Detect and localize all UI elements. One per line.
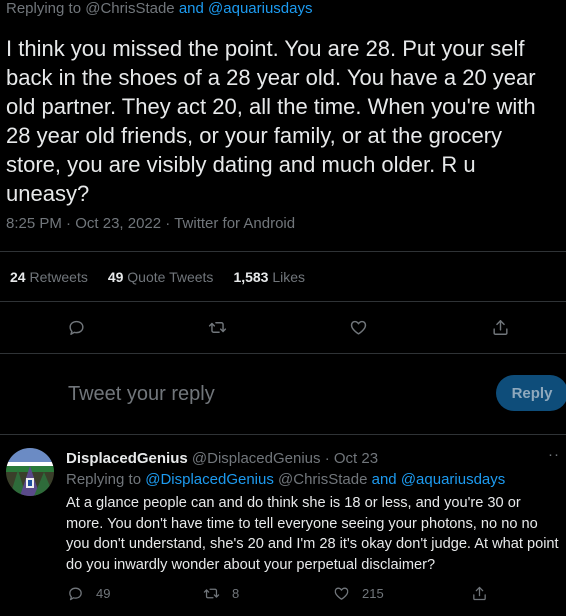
tweet-date[interactable]: Oct 23, 2022 [75, 215, 161, 232]
reply-replying-user-aquariusdays[interactable]: @aquariusdays [401, 471, 505, 488]
reply-like-count: 215 [362, 586, 384, 601]
reply-replying-and: and [371, 471, 397, 488]
reply-replying-user-chrisstade[interactable]: @ChrisStade [278, 471, 367, 488]
reply-button[interactable] [65, 316, 87, 338]
like-icon [350, 320, 366, 335]
tweet-action-bar [0, 316, 566, 338]
meta-separator: · [66, 215, 72, 232]
retweet-icon [208, 321, 226, 333]
reply-action-bar: 49 8 215 [0, 585, 566, 605]
replying-to-user-aquariusdays[interactable]: @aquariusdays [208, 0, 312, 17]
share-button[interactable] [489, 316, 511, 338]
likes-label: Likes [272, 269, 306, 285]
retweet-icon [203, 588, 220, 599]
like-button[interactable] [347, 316, 369, 338]
reply-text: At a glance people can and do think she … [66, 495, 559, 573]
quote-tweets-label: Quote Tweets [127, 269, 214, 285]
replying-to-and: and [178, 0, 204, 17]
reply-submit-button[interactable]: Reply [496, 375, 566, 411]
reply-icon [69, 587, 82, 601]
reply-input[interactable]: Tweet your reply [68, 382, 215, 406]
reply-reply-button[interactable]: 49 [67, 585, 110, 602]
avatar[interactable] [6, 448, 54, 496]
divider [0, 353, 566, 354]
tweet-time[interactable]: 8:25 PM [6, 215, 62, 232]
likes-stat[interactable]: 1,583 Likes [233, 268, 305, 286]
reply-replying-prefix: Replying to [66, 471, 142, 488]
reply-composer: Tweet your reply Reply [0, 366, 566, 422]
tweet-meta: 8:25 PM · Oct 23, 2022 · Twitter for And… [6, 214, 295, 234]
likes-count: 1,583 [233, 269, 269, 285]
quote-tweets-stat[interactable]: 49 Quote Tweets [108, 268, 214, 286]
tweet-source[interactable]: Twitter for Android [174, 215, 295, 232]
share-icon [492, 319, 508, 335]
avatar-flag-image [6, 448, 54, 496]
retweets-count: 24 [10, 269, 26, 285]
reply-handle[interactable]: @DisplacedGenius [192, 450, 321, 467]
reply-header: DisplacedGenius @DisplacedGenius · Oct 2… [66, 450, 378, 468]
quote-tweets-count: 49 [107, 269, 124, 285]
reply-display-name[interactable]: DisplacedGenius [66, 450, 188, 467]
reply-replying-to-line: Replying to @DisplacedGenius @ChrisStade… [66, 471, 505, 489]
divider [0, 251, 566, 252]
reply-reply-count: 49 [96, 586, 111, 601]
tweet-text: I think you missed the point. You are 28… [6, 36, 536, 206]
reply-icon [68, 320, 84, 335]
reply-share-button[interactable] [471, 585, 500, 602]
tweet-stats: 24 Retweets 49 Quote Tweets 1,583 Likes [10, 268, 325, 286]
divider [0, 434, 566, 435]
more-options-icon[interactable]: ·· [548, 446, 560, 463]
reply-separator: · [324, 450, 330, 467]
retweets-stat[interactable]: 24 Retweets [10, 268, 88, 286]
replying-to-user-chrisstade[interactable]: @ChrisStade [85, 0, 174, 17]
divider [0, 301, 566, 302]
share-icon [473, 586, 486, 601]
retweet-button[interactable] [206, 316, 228, 338]
reply-retweet-button[interactable]: 8 [203, 585, 239, 602]
replying-to-line: Replying to @ChrisStade and @aquariusday… [6, 0, 312, 18]
reply-replying-user-displacedgenius[interactable]: @DisplacedGenius [145, 471, 274, 488]
meta-separator: · [165, 215, 171, 232]
replying-to-prefix: Replying to [6, 0, 82, 17]
reply-retweet-count: 8 [232, 586, 240, 601]
reply-like-button[interactable]: 215 [333, 585, 384, 602]
reply-date[interactable]: Oct 23 [334, 450, 378, 467]
like-icon [334, 587, 349, 600]
retweets-label: Retweets [29, 269, 88, 285]
